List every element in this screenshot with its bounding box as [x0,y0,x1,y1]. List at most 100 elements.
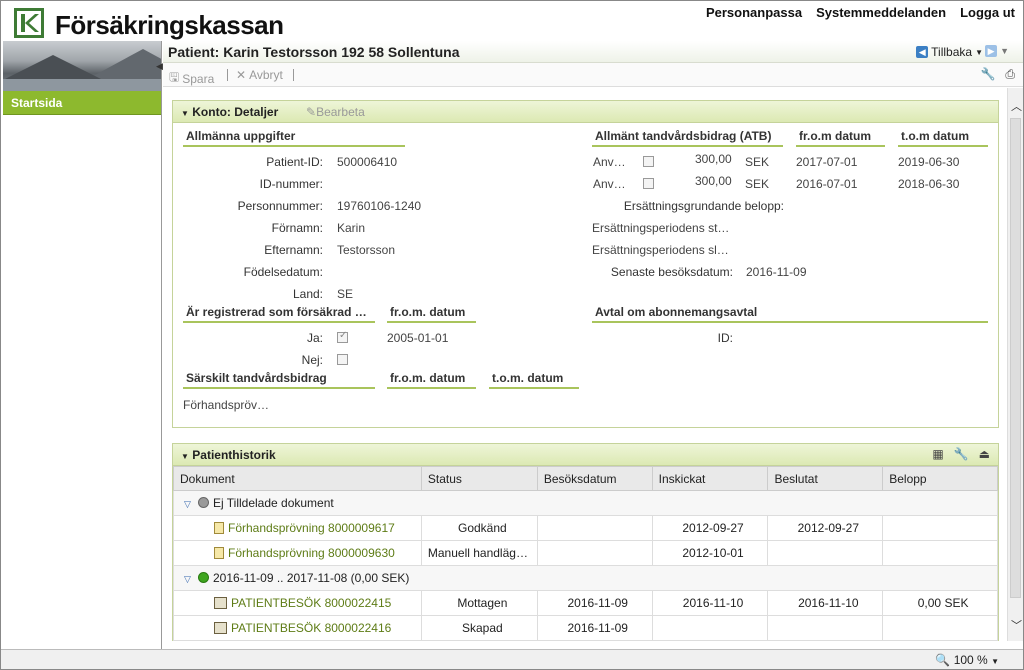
account-details-panel: ▼ Konto: Detaljer ✎Bearbeta Allmänna upp… [172,100,999,428]
status-cell: Skapad [420,615,538,641]
atb-checkbox[interactable] [643,156,654,167]
cancel-button[interactable]: ✕ Avbryt [236,68,283,82]
group-row[interactable]: ▽ Ej Tilldelade dokument [173,490,998,516]
sidebar-item-startsida[interactable]: Startsida [3,91,161,115]
field-label: ID-nummer: [259,177,323,191]
table-row[interactable]: Förhandsprövning 8000009617 Godkänd 2012… [173,515,998,541]
special-from-heading: fr.o.m. datum [387,371,476,389]
top-header: Försäkringskassan Personanpassa Systemme… [1,1,1023,41]
patient-id-value: 500006410 [337,155,398,169]
no-label: Nej: [301,353,323,367]
visit-date-cell [536,540,653,566]
scroll-up-icon[interactable]: ︿ [1011,98,1022,114]
collapse-triangle-icon: ▼ [181,109,189,118]
print-icon[interactable]: ⎙ [1005,67,1015,82]
forward-button[interactable]: ▶ ▼ [985,45,1009,57]
collapse-sidebar-icon[interactable]: ◀ [156,61,163,72]
header-landscape-image [3,41,161,91]
amount-cell [882,515,998,541]
atb-to-date: 2019-06-30 [898,155,960,169]
column-header-amount[interactable]: Belopp [882,466,998,491]
first-name-value: Karin [337,221,366,235]
document-link[interactable]: PATIENTBESÖK 8000022415 [231,596,391,610]
insurance-from-heading: fr.o.m. datum [387,305,476,323]
insured-no-checkbox[interactable] [337,354,348,365]
scroll-down-icon[interactable]: ﹀ [1011,617,1022,633]
scrollbar-thumb[interactable] [1010,118,1021,598]
atb-section-heading: Allmänt tandvårdsbidrag (ATB) [592,129,783,147]
logout-link[interactable]: Logga ut [960,5,1015,20]
amount-cell: 0,00 SEK [882,590,998,616]
collapse-panel-icon[interactable]: ⏏ [979,447,990,461]
export-icon[interactable]: ▦ [932,447,943,461]
atb-from-date: 2017-07-01 [796,155,858,169]
table-row[interactable]: PATIENTBESÖK 8000022416 Skapad 2016-11-0… [173,615,998,641]
table-row[interactable]: Förhandsprövning 8000009630 Manuell hand… [173,540,998,566]
group-row[interactable]: ▽ 2016-11-09 .. 2017-11-08 (0,00 SEK) [173,565,998,591]
brand-name: Försäkringskassan [55,10,284,40]
special-value: Förhandspröv… [183,398,270,412]
wrench-icon[interactable]: 🔧 [954,447,969,461]
zoom-control[interactable]: 🔍 100 % ▼ [935,653,999,667]
period-end-label: Ersättningsperiodens sl… [592,243,729,257]
column-header-sent[interactable]: Inskickat [651,466,769,491]
visit-icon [214,622,227,634]
patient-bar: Patient: Karin Testorsson 192 58 Sollent… [163,41,1023,63]
expand-triangle-icon[interactable]: ▽ [184,499,198,510]
chevron-down-icon: ▼ [991,657,999,666]
insured-yes-checkbox[interactable] [337,330,348,343]
atb-row-label: Anv… [593,177,626,191]
zoom-level: 100 % [953,653,988,667]
account-panel-title[interactable]: ▼ Konto: Detaljer [181,105,278,119]
special-to-heading: t.o.m. datum [489,371,579,389]
subscription-section-heading: Avtal om abonnemangsavtal [592,305,988,323]
toolbar: 🖫 Spara ✕ Avbryt 🔧 ⎙ [163,63,1023,87]
history-panel-header: ▼ Patienthistorik ▦ 🔧 ⏏ [173,444,998,466]
last-name-value: Testorsson [337,243,396,257]
history-panel-title[interactable]: ▼ Patienthistorik [181,448,276,462]
period-start-label: Ersättningsperiodens st… [592,221,730,235]
decided-cell: 2016-11-10 [767,590,884,616]
edit-button[interactable]: ✎Bearbeta [306,105,365,119]
visit-date-cell: 2016-11-09 [536,590,653,616]
document-link[interactable]: Förhandsprövning 8000009617 [228,521,395,535]
document-link[interactable]: Förhandsprövning 8000009630 [228,546,395,560]
personalize-link[interactable]: Personanpassa [706,5,802,20]
subscription-id-label: ID: [717,331,733,345]
atb-from-date: 2016-07-01 [796,177,858,191]
atb-currency: SEK [745,177,770,191]
magnifier-icon: 🔍 [935,653,951,667]
amount-cell [882,615,998,641]
vertical-scrollbar[interactable]: ︿ ﹀ [1007,88,1023,641]
save-button[interactable]: 🖫 Spara [169,68,214,89]
column-header-status[interactable]: Status [420,466,538,491]
content-scroll-area: ▼ Konto: Detaljer ✎Bearbeta Allmänna upp… [163,88,1007,641]
sidebar: ◀ Startsida [3,41,163,649]
atb-to-date: 2018-06-30 [898,177,960,191]
compensation-basis-label: Ersättningsgrundande belopp: [623,199,784,213]
field-label: Patient-ID: [266,155,323,169]
atb-checkbox[interactable] [643,178,654,189]
back-arrow-icon: ◀ [916,46,929,58]
column-header-decided[interactable]: Beslutat [767,466,884,491]
atb-currency: SEK [745,155,770,169]
account-panel-header: ▼ Konto: Detaljer ✎Bearbeta [173,101,998,123]
sent-cell: 2012-10-01 [651,540,769,566]
field-label: Land: [292,287,323,301]
wrench-icon[interactable]: 🔧 [980,67,995,82]
decided-cell [767,615,884,641]
back-button[interactable]: ◀ Tillbaka ▼ [916,45,983,59]
document-link[interactable]: PATIENTBESÖK 8000022416 [231,621,391,635]
expand-triangle-icon[interactable]: ▽ [184,574,198,585]
table-row[interactable]: PATIENTBESÖK 8000022415 Mottagen 2016-11… [173,590,998,616]
back-label: Tillbaka [931,45,973,59]
page-title: Patient: Karin Testorsson 192 58 Sollent… [168,44,460,60]
column-header-document[interactable]: Dokument [173,466,422,491]
chevron-down-icon: ▼ [1000,46,1009,56]
column-header-visit-date[interactable]: Besöksdatum [536,466,653,491]
group-label: Ej Tilldelade dokument [213,496,334,510]
system-messages-link[interactable]: Systemmeddelanden [816,5,946,20]
main-area: Patient: Karin Testorsson 192 58 Sollent… [163,41,1023,649]
atb-amount: 300,00 [695,152,732,166]
cancel-label: Avbryt [249,68,283,82]
